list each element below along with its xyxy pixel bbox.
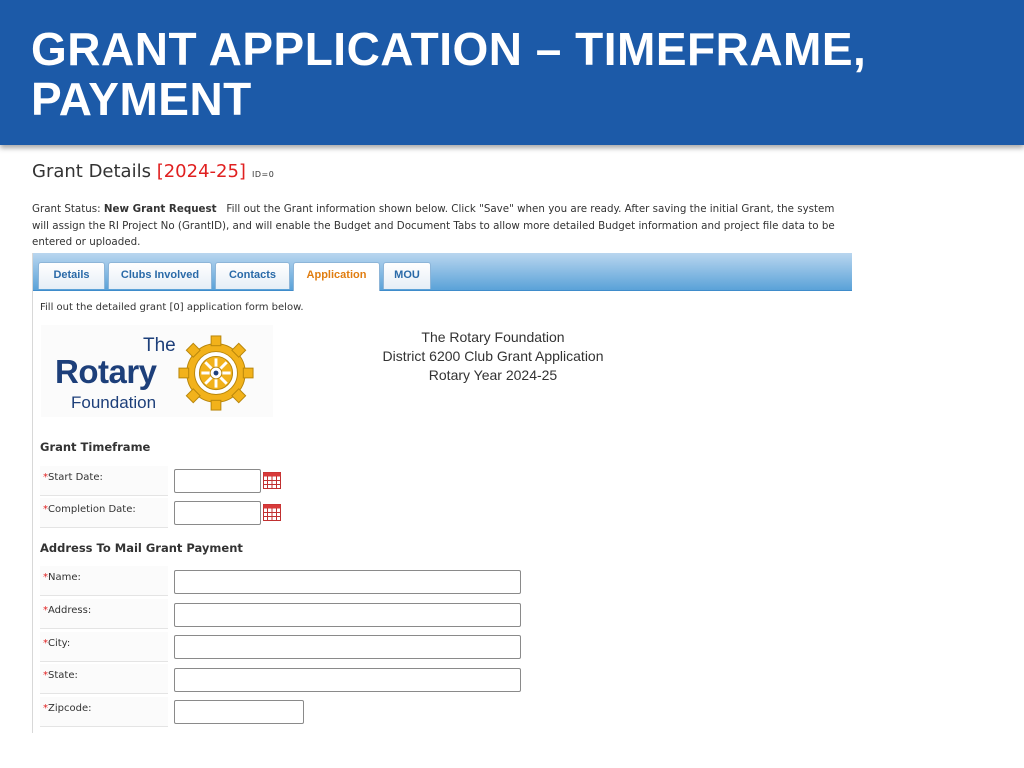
state-label-text: State:	[48, 670, 78, 681]
tab-clubs-involved[interactable]: Clubs Involved	[108, 262, 212, 289]
grant-details-label: Grant Details	[32, 161, 151, 182]
grant-timeframe-title: Grant Timeframe	[40, 440, 151, 454]
foundation-heading: The Rotary Foundation District 6200 Club…	[333, 328, 653, 385]
zipcode-label-text: Zipcode:	[48, 703, 92, 714]
zipcode-input[interactable]	[174, 700, 304, 724]
completion-date-label-text: Completion Date:	[48, 504, 136, 515]
grant-details-header: Grant Details [2024-25] ID=0	[32, 161, 274, 182]
foundation-heading-line3: Rotary Year 2024-25	[428, 367, 558, 383]
start-date-label-text: Start Date:	[48, 472, 103, 483]
tab-contacts[interactable]: Contacts	[215, 262, 290, 289]
calendar-icon[interactable]	[263, 504, 281, 521]
grant-status-prefix: Grant Status:	[32, 203, 101, 215]
grant-form-panel: Details Clubs Involved Contacts Applicat…	[32, 253, 852, 733]
title-banner: GRANT APPLICATION – TIMEFRAME, PAYMENT	[0, 0, 1024, 145]
name-input[interactable]	[174, 570, 521, 594]
form-instructions: Fill out the detailed grant [0] applicat…	[40, 302, 304, 313]
completion-date-input[interactable]	[174, 501, 261, 525]
completion-date-label: *Completion Date:	[40, 498, 168, 528]
foundation-heading-line1: The Rotary Foundation	[421, 329, 565, 345]
name-label-text: Name:	[48, 572, 81, 583]
payment-address-title: Address To Mail Grant Payment	[40, 541, 243, 555]
slide-title: GRANT APPLICATION – TIMEFRAME, PAYMENT	[31, 23, 867, 125]
tab-bar: Details Clubs Involved Contacts Applicat…	[33, 253, 852, 291]
tab-details[interactable]: Details	[38, 262, 105, 289]
zipcode-label: *Zipcode:	[40, 697, 168, 727]
start-date-input[interactable]	[174, 469, 261, 493]
logo-foundation-text: Foundation	[71, 393, 157, 412]
rotary-foundation-logo: The Rotary Foundation	[41, 325, 273, 417]
grant-year: [2024-25]	[156, 161, 246, 182]
logo-rotary-text: Rotary	[55, 353, 157, 390]
address-label-text: Address:	[48, 605, 92, 616]
city-label: *City:	[40, 632, 168, 662]
name-label: *Name:	[40, 566, 168, 596]
address-label: *Address:	[40, 599, 168, 629]
address-input[interactable]	[174, 603, 521, 627]
state-label: *State:	[40, 664, 168, 694]
grant-id: ID=0	[251, 170, 275, 179]
grant-status-value: New Grant Request	[103, 203, 217, 215]
foundation-heading-line2: District 6200 Club Grant Application	[382, 348, 604, 364]
state-input[interactable]	[174, 668, 521, 692]
rotary-wheel-icon	[178, 335, 254, 411]
tab-mou[interactable]: MOU	[383, 262, 431, 289]
city-label-text: City:	[48, 638, 71, 649]
city-input[interactable]	[174, 635, 521, 659]
grant-status: Grant Status: New Grant Request Fill out…	[32, 201, 852, 251]
tab-application[interactable]: Application	[293, 262, 380, 291]
calendar-icon[interactable]	[263, 472, 281, 489]
start-date-label: *Start Date:	[40, 466, 168, 496]
